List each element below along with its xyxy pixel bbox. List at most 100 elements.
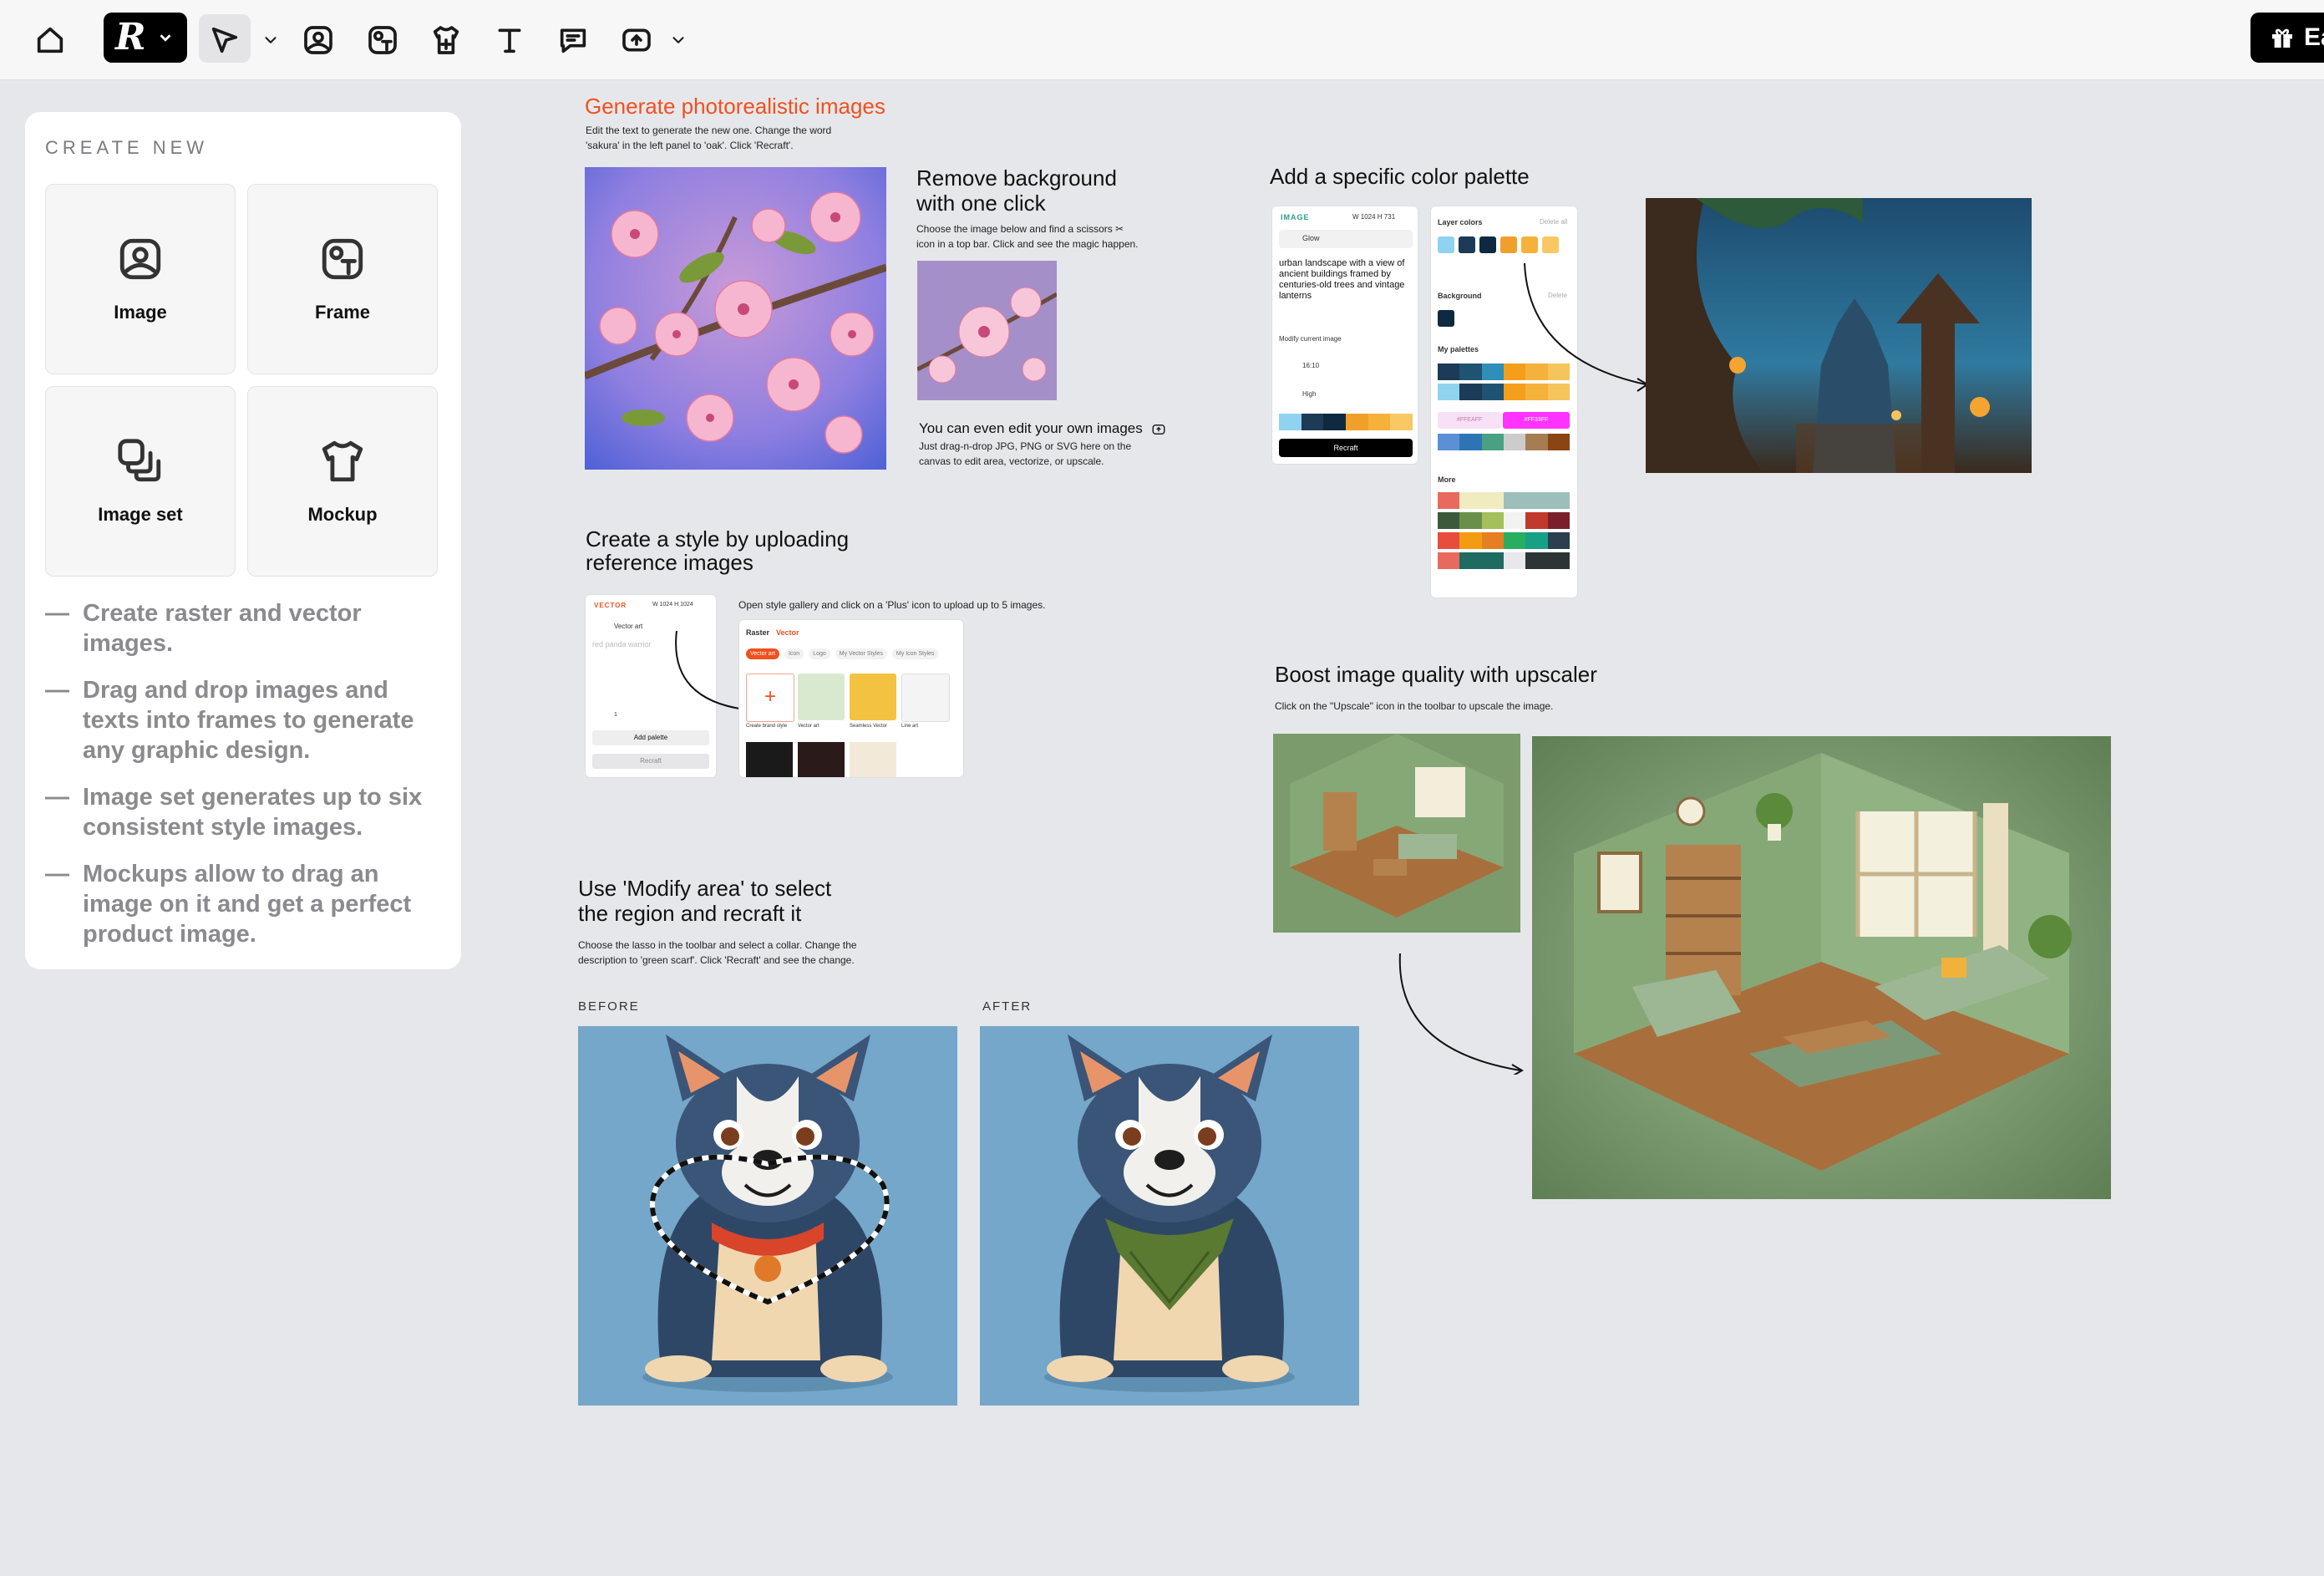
tip-item: — Create raster and vector images. bbox=[45, 600, 362, 657]
palette-swatch bbox=[1525, 512, 1548, 529]
tip-item: — Mockups allow to drag an image on it an… bbox=[45, 861, 412, 948]
tab-raster: Raster bbox=[746, 628, 770, 637]
fantasy-city-image[interactable] bbox=[1646, 198, 2032, 473]
style-thumb-label: Vector art bbox=[798, 724, 819, 729]
upload-tool-icon[interactable] bbox=[613, 17, 660, 64]
chevron-down-icon[interactable] bbox=[247, 17, 294, 64]
more-label: More bbox=[1438, 475, 1456, 484]
mini-swatch bbox=[1368, 414, 1391, 430]
palette-swatch bbox=[1481, 552, 1504, 569]
style-thumb bbox=[798, 674, 845, 720]
logo-menu-button[interactable]: R bbox=[104, 13, 187, 63]
style-chip: Logo bbox=[809, 648, 830, 659]
text-tool-icon[interactable] bbox=[486, 17, 533, 64]
card-label: Mockup bbox=[307, 504, 378, 525]
tip-item: — Drag and drop images and texts into fra… bbox=[45, 677, 414, 764]
gift-button[interactable]: Ea bbox=[2250, 13, 2324, 63]
upscale-title: Boost image quality with upscaler bbox=[1275, 662, 1597, 687]
arrow-connector bbox=[1398, 953, 1524, 1075]
palette-swatch bbox=[1481, 512, 1504, 529]
mini-prompt: red panda warrior bbox=[592, 640, 652, 648]
layer-swatch bbox=[1459, 236, 1475, 253]
gift-icon bbox=[2272, 28, 2292, 48]
image-tool-icon[interactable] bbox=[295, 17, 342, 64]
frame-tool-icon[interactable] bbox=[359, 17, 406, 64]
create-image-card[interactable]: Image bbox=[45, 184, 236, 374]
modify-desc-2: description to 'green scarf'. Click 'Rec… bbox=[578, 954, 855, 966]
palette-swatch bbox=[1459, 512, 1482, 529]
style-chip: My Vector Styles bbox=[835, 648, 887, 659]
palette-swatch bbox=[1547, 492, 1570, 509]
image-icon bbox=[119, 238, 161, 280]
palette-swatch bbox=[1481, 384, 1504, 400]
layer-swatch bbox=[1438, 236, 1454, 253]
card-label: Image bbox=[114, 302, 167, 323]
palette-swatch bbox=[1481, 492, 1504, 509]
palette-swatch bbox=[1547, 552, 1570, 569]
image-set-icon bbox=[118, 439, 161, 482]
mini-dims: W 1024 H 731 bbox=[1352, 213, 1396, 221]
room-small-image[interactable] bbox=[1273, 734, 1520, 933]
comment-tool-icon[interactable] bbox=[550, 17, 596, 64]
mini-swatch bbox=[1346, 414, 1368, 430]
dog-after-image[interactable] bbox=[980, 1026, 1359, 1406]
sakura-image[interactable] bbox=[585, 167, 886, 470]
arrow-connector bbox=[1524, 262, 1649, 392]
palette-swatch bbox=[1459, 384, 1482, 400]
photoreal-title: Generate photorealistic images bbox=[585, 94, 885, 119]
sakura-small-image[interactable] bbox=[917, 261, 1057, 400]
palette-swatch bbox=[1525, 532, 1548, 549]
hex-chip-1: #FFEAFF bbox=[1438, 412, 1501, 429]
mini-style: Vector art bbox=[614, 623, 643, 630]
layer-swatch bbox=[1542, 236, 1559, 253]
mini-swatch bbox=[1279, 414, 1302, 430]
style-thumb bbox=[850, 742, 896, 777]
mini-recraft-button: Recraft bbox=[592, 754, 709, 769]
removebg-edit-desc-2: canvas to edit area, vectorize, or upsca… bbox=[919, 455, 1104, 467]
chevron-down-icon[interactable] bbox=[655, 17, 702, 64]
layer-swatch bbox=[1500, 236, 1517, 253]
palette-swatch bbox=[1525, 552, 1548, 569]
palette-swatch bbox=[1438, 363, 1460, 380]
palette-swatch bbox=[1481, 363, 1504, 380]
palette-swatch bbox=[1547, 532, 1570, 549]
dog-before-image[interactable] bbox=[578, 1026, 957, 1406]
palette-swatch bbox=[1547, 512, 1570, 529]
room-large-image[interactable] bbox=[1532, 736, 2111, 1199]
removebg-edit-title: You can even edit your own images bbox=[919, 416, 1167, 441]
style-thumb bbox=[850, 674, 896, 720]
style-desc: Open style gallery and click on a 'Plus'… bbox=[738, 599, 1046, 611]
removebg-edit-desc-1: Just drag-n-drop JPG, PNG or SVG here on… bbox=[919, 440, 1132, 452]
mockup-tool-icon[interactable] bbox=[423, 17, 469, 64]
create-image-set-card[interactable]: Image set bbox=[45, 386, 236, 577]
mini-dims: W 1024 H 1024 bbox=[652, 602, 693, 608]
mini-ratio: 16:10 bbox=[1302, 362, 1320, 369]
top-toolbar: R Ea bbox=[0, 0, 2324, 80]
create-frame-card[interactable]: Frame bbox=[247, 184, 438, 374]
mini-swatch bbox=[1323, 414, 1347, 430]
palette-swatch bbox=[1438, 512, 1460, 529]
photoreal-desc-2: 'sakura' in the left panel to 'oak'. Cli… bbox=[586, 140, 794, 151]
hex-chip-2: #FF33FF bbox=[1503, 412, 1570, 429]
palette-swatch bbox=[1459, 552, 1482, 569]
style-thumb-label: Seamless Vector bbox=[850, 724, 888, 729]
style-chip: Vector art bbox=[746, 648, 779, 659]
panel-title: CREATE NEW bbox=[45, 137, 209, 158]
palette-swatch bbox=[1438, 492, 1460, 509]
create-mockup-card[interactable]: Mockup bbox=[247, 386, 438, 577]
palette-swatch bbox=[1459, 532, 1482, 549]
modify-title-2: the region and recraft it bbox=[578, 901, 802, 926]
palette-swatch bbox=[1481, 434, 1504, 450]
mini-layer-swatches bbox=[1279, 414, 1413, 430]
after-label: AFTER bbox=[982, 999, 1033, 1014]
create-new-panel: CREATE NEW Image Frame Image set Mockup … bbox=[25, 112, 461, 969]
my-palettes-label: My palettes bbox=[1438, 345, 1479, 353]
before-label: BEFORE bbox=[578, 999, 640, 1014]
modify-desc-1: Choose the lasso in the toolbar and sele… bbox=[578, 939, 857, 951]
mini-quality: High bbox=[1302, 390, 1317, 398]
tab-vector: Vector bbox=[776, 628, 799, 637]
mockup-icon bbox=[322, 440, 363, 482]
palette-swatch bbox=[1438, 532, 1460, 549]
select-tool-icon[interactable] bbox=[201, 17, 248, 64]
home-icon[interactable] bbox=[27, 17, 74, 64]
